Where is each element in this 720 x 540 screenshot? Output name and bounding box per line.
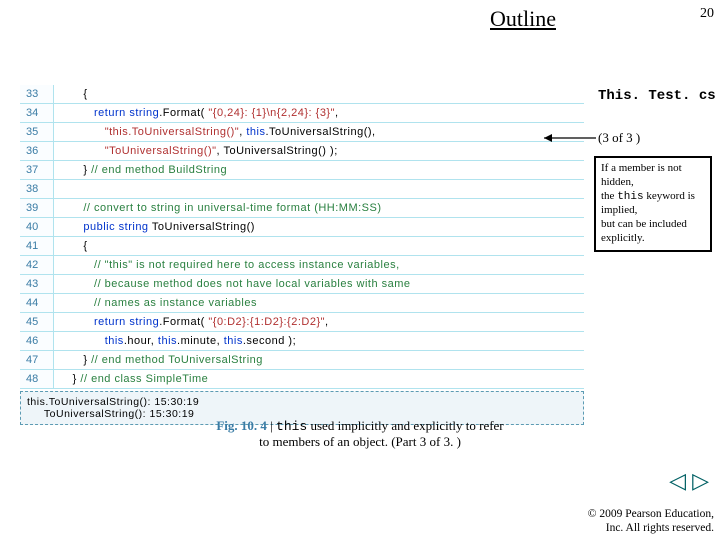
line-number: 39 bbox=[20, 199, 54, 217]
code-content: return string.Format( "{0:D2}:{1:D2}:{2:… bbox=[54, 313, 329, 331]
code-content: // "this" is not required here to access… bbox=[54, 256, 400, 274]
code-content: { bbox=[54, 85, 88, 103]
copyright-line: © 2009 Pearson Education, bbox=[588, 508, 714, 520]
line-number: 48 bbox=[20, 370, 54, 388]
callout-text: If a member is not hidden, bbox=[601, 162, 682, 188]
line-number: 44 bbox=[20, 294, 54, 312]
callout-text: the bbox=[601, 190, 617, 202]
caption-text: to members of an object. (Part 3 of 3. ) bbox=[259, 434, 461, 449]
line-number: 37 bbox=[20, 161, 54, 179]
callout-note: If a member is not hidden, the this keyw… bbox=[594, 156, 712, 252]
line-number: 34 bbox=[20, 104, 54, 122]
code-line: 37 } // end method BuildString bbox=[20, 161, 584, 180]
callout-keyword: this bbox=[617, 191, 643, 203]
callout-text: but can be included bbox=[601, 218, 687, 230]
code-line: 38 bbox=[20, 180, 584, 199]
line-number: 47 bbox=[20, 351, 54, 369]
code-line: 41 { bbox=[20, 237, 584, 256]
code-line: 42 // "this" is not required here to acc… bbox=[20, 256, 584, 275]
code-listing: 33 {34 return string.Format( "{0,24}: {1… bbox=[20, 85, 584, 425]
code-content bbox=[54, 180, 66, 198]
code-content: } // end method ToUniversalString bbox=[54, 351, 263, 369]
part-indicator: (3 of 3 ) bbox=[598, 130, 640, 146]
code-content: // names as instance variables bbox=[54, 294, 257, 312]
code-content: return string.Format( "{0,24}: {1}\n{2,2… bbox=[54, 104, 339, 122]
copyright-line: Inc. All rights reserved. bbox=[606, 522, 714, 534]
prev-button[interactable]: ◁ bbox=[668, 468, 687, 494]
caption-sep: | bbox=[267, 418, 276, 433]
code-content: public string ToUniversalString() bbox=[54, 218, 255, 236]
figure-label: Fig. 10. 4 bbox=[216, 418, 267, 433]
line-number: 42 bbox=[20, 256, 54, 274]
line-number: 33 bbox=[20, 85, 54, 103]
code-content: "ToUniversalString()", ToUniversalString… bbox=[54, 142, 338, 160]
next-button[interactable]: ▷ bbox=[691, 468, 710, 494]
line-number: 41 bbox=[20, 237, 54, 255]
code-line: 36 "ToUniversalString()", ToUniversalStr… bbox=[20, 142, 584, 161]
line-number: 43 bbox=[20, 275, 54, 293]
callout-text: explicitly. bbox=[601, 232, 645, 244]
caption-keyword: this bbox=[276, 419, 307, 434]
code-line: 35 "this.ToUniversalString()", this.ToUn… bbox=[20, 123, 584, 142]
code-line: 43 // because method does not have local… bbox=[20, 275, 584, 294]
line-number: 40 bbox=[20, 218, 54, 236]
caption-text: used implicitly and explicitly to refer bbox=[307, 418, 503, 433]
page-number: 20 bbox=[700, 6, 714, 22]
line-number: 35 bbox=[20, 123, 54, 141]
code-content: { bbox=[54, 237, 88, 255]
code-line: 34 return string.Format( "{0,24}: {1}\n{… bbox=[20, 104, 584, 123]
code-line: 44 // names as instance variables bbox=[20, 294, 584, 313]
line-number: 38 bbox=[20, 180, 54, 198]
code-line: 48 } // end class SimpleTime bbox=[20, 370, 584, 389]
code-content: // because method does not have local va… bbox=[54, 275, 411, 293]
code-content: } // end class SimpleTime bbox=[54, 370, 208, 388]
code-line: 45 return string.Format( "{0:D2}:{1:D2}:… bbox=[20, 313, 584, 332]
file-title: This. Test. cs bbox=[598, 88, 716, 104]
code-line: 33 { bbox=[20, 85, 584, 104]
code-content: this.hour, this.minute, this.second ); bbox=[54, 332, 296, 350]
code-line: 46 this.hour, this.minute, this.second )… bbox=[20, 332, 584, 351]
figure-caption: Fig. 10. 4 | this used implicitly and ex… bbox=[0, 418, 720, 450]
nav-buttons: ◁ ▷ bbox=[668, 468, 710, 494]
code-content: "this.ToUniversalString()", this.ToUnive… bbox=[54, 123, 376, 141]
line-number: 46 bbox=[20, 332, 54, 350]
code-line: 40 public string ToUniversalString() bbox=[20, 218, 584, 237]
code-line: 39 // convert to string in universal-tim… bbox=[20, 199, 584, 218]
code-content: // convert to string in universal-time f… bbox=[54, 199, 382, 217]
copyright: © 2009 Pearson Education, Inc. All right… bbox=[588, 508, 714, 536]
line-number: 36 bbox=[20, 142, 54, 160]
code-line: 47 } // end method ToUniversalString bbox=[20, 351, 584, 370]
line-number: 45 bbox=[20, 313, 54, 331]
code-content: } // end method BuildString bbox=[54, 161, 227, 179]
outline-heading: Outline bbox=[490, 6, 556, 32]
